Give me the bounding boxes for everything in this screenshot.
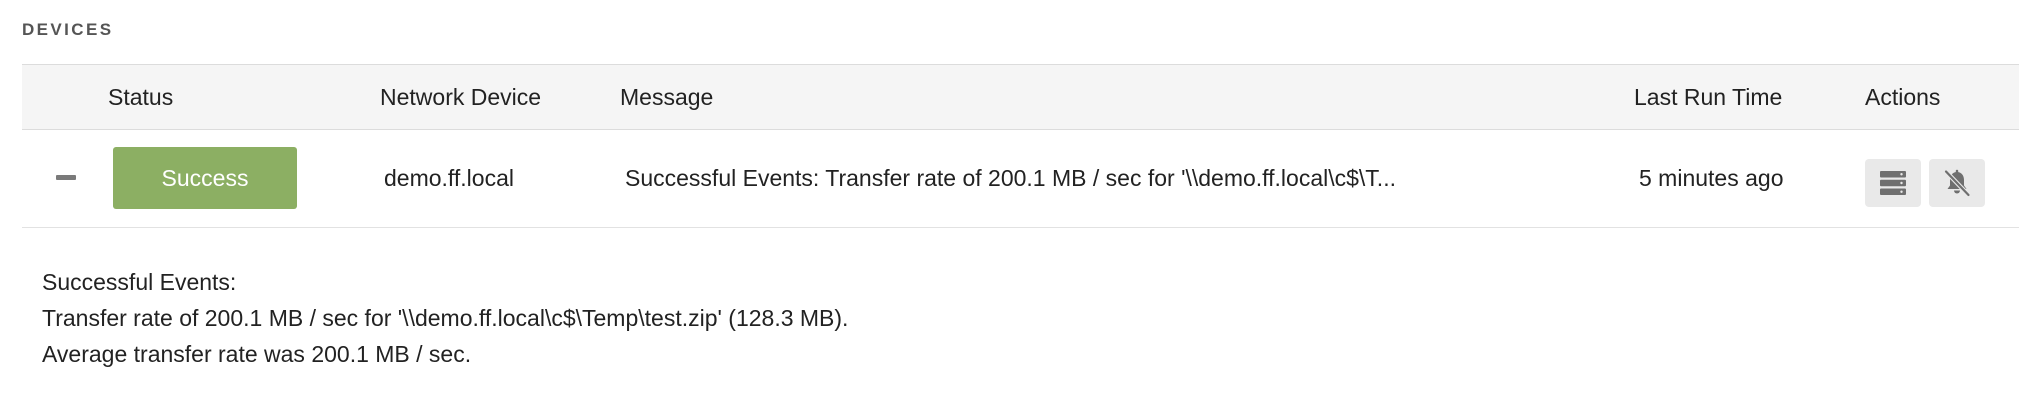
message-cell: Successful Events: Transfer rate of 200.… [625, 165, 1396, 191]
column-header-message[interactable]: Message [620, 65, 713, 129]
table-row: Success demo.ff.local Successful Events:… [22, 130, 2019, 228]
column-header-status[interactable]: Status [108, 65, 173, 129]
collapse-row-toggle[interactable] [56, 175, 76, 180]
network-device-cell: demo.ff.local [384, 165, 514, 191]
server-icon [1880, 171, 1906, 195]
row-details: Successful Events: Transfer rate of 200.… [42, 264, 848, 372]
last-run-time-cell: 5 minutes ago [1639, 165, 1784, 191]
mute-alerts-button[interactable] [1929, 159, 1985, 207]
table-header: Status Network Device Message Last Run T… [22, 64, 2019, 130]
status-badge[interactable]: Success [113, 147, 297, 209]
column-header-last-run-time[interactable]: Last Run Time [1634, 65, 1782, 129]
section-title: DEVICES [22, 20, 114, 39]
details-line: Successful Events: [42, 269, 237, 295]
details-line: Transfer rate of 200.1 MB / sec for '\\d… [42, 305, 849, 331]
column-header-actions: Actions [1865, 84, 1941, 110]
bell-off-icon [1943, 169, 1971, 198]
details-line: Average transfer rate was 200.1 MB / sec… [42, 341, 472, 367]
server-details-button[interactable] [1865, 159, 1921, 207]
devices-table: Status Network Device Message Last Run T… [22, 64, 2019, 228]
column-header-network-device[interactable]: Network Device [380, 65, 541, 129]
